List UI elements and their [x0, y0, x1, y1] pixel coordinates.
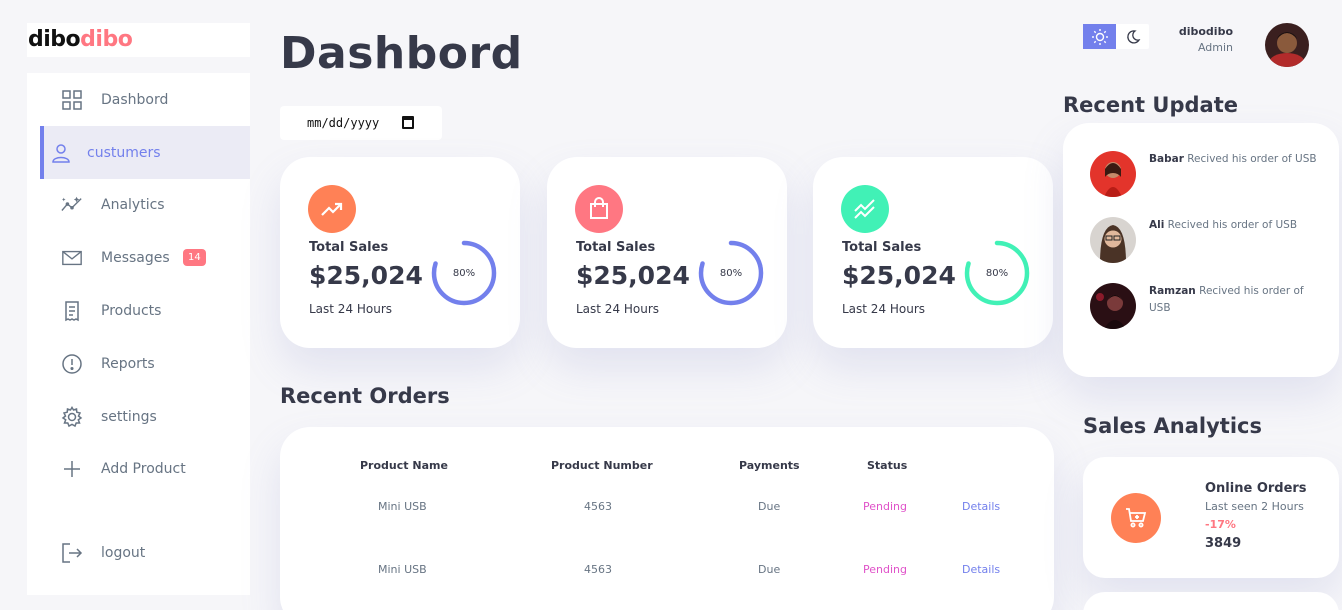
user-role: Admin — [1197, 41, 1233, 54]
date-input-placeholder: mm/dd/yyyy — [307, 116, 380, 130]
grid-icon — [61, 89, 83, 111]
insights-icon — [61, 194, 83, 216]
cell-product-number: 4563 — [584, 563, 612, 576]
sidebar-item-customers[interactable]: custumers — [40, 126, 250, 179]
update-message: Recived his order of USB — [1167, 219, 1298, 231]
logo[interactable]: dibodibo — [28, 27, 133, 52]
cell-payment: Due — [758, 500, 781, 513]
sun-icon[interactable] — [1083, 24, 1116, 49]
sidebar-item-label: Messages — [101, 249, 170, 266]
sidebar-item-label: logout — [101, 544, 146, 561]
gear-icon — [61, 405, 83, 428]
cart-icon — [1111, 493, 1161, 543]
analytics-percent: -17% — [1205, 518, 1236, 531]
cell-product-name: Mini USB — [378, 500, 427, 513]
report-icon — [61, 353, 83, 375]
card-title: Total Sales — [842, 240, 922, 255]
sales-card: Total Sales $25,024 Last 24 Hours 80% — [547, 157, 787, 348]
plus-icon — [61, 458, 83, 480]
details-link[interactable]: Details — [962, 500, 1000, 513]
update-name: Babar — [1149, 153, 1184, 165]
cell-status: Pending — [863, 563, 907, 576]
sidebar-item-label: Reports — [101, 355, 155, 372]
details-link[interactable]: Details — [962, 563, 1000, 576]
logo-part-1: dibo — [28, 27, 81, 52]
trending-up-icon — [308, 185, 356, 233]
sidebar-item-settings[interactable]: settings — [27, 390, 250, 443]
analytics-title: Online Orders — [1205, 481, 1307, 496]
card-title: Total Sales — [309, 240, 389, 255]
analytics-subtitle: Last seen 2 Hours — [1205, 500, 1304, 513]
update-name: Ali — [1149, 219, 1165, 231]
cell-payment: Due — [758, 563, 781, 576]
column-header: Product Number — [551, 459, 653, 472]
sidebar-item-dashboard[interactable]: Dashbord — [27, 73, 250, 126]
sidebar-item-label: Add Product — [101, 460, 186, 477]
sidebar-item-reports[interactable]: Reports — [27, 337, 250, 390]
column-header: Payments — [739, 459, 800, 472]
stacked-line-icon — [841, 185, 889, 233]
card-subtitle: Last 24 Hours — [576, 302, 660, 316]
recent-update-title: Recent Update — [1063, 93, 1238, 117]
user-name: dibodibo — [1178, 25, 1233, 38]
sidebar-item-logout[interactable]: logout — [27, 526, 250, 579]
calendar-icon[interactable] — [402, 116, 414, 129]
sidebar-item-products[interactable]: Products — [27, 284, 250, 337]
card-amount: $25,024 — [576, 261, 690, 290]
card-subtitle: Last 24 Hours — [309, 302, 393, 316]
avatar[interactable] — [1265, 23, 1309, 67]
date-input[interactable]: mm/dd/yyyy — [280, 106, 442, 140]
update-avatar — [1090, 217, 1136, 263]
receipt-icon — [61, 300, 83, 322]
page-title: Dashbord — [280, 28, 523, 79]
logout-icon — [61, 542, 83, 564]
update-avatar — [1090, 283, 1136, 329]
card-title: Total Sales — [576, 240, 656, 255]
recent-orders-table: Product Name Product Number Payments Sta… — [280, 427, 1054, 610]
shopping-bag-icon — [575, 185, 623, 233]
card-amount: $25,024 — [842, 261, 956, 290]
recent-orders-title: Recent Orders — [280, 384, 450, 408]
card-amount: $25,024 — [309, 261, 423, 290]
card-percent: 80% — [719, 267, 743, 279]
card-percent: 80% — [452, 267, 476, 279]
sales-card: Total Sales $25,024 Last 24 Hours 80% — [280, 157, 520, 348]
messages-badge: 14 — [183, 249, 206, 266]
mail-icon — [61, 247, 83, 269]
logo-part-2: dibo — [80, 27, 133, 52]
sidebar-item-label: Products — [101, 302, 162, 319]
analytics-value: 3849 — [1205, 536, 1242, 551]
sidebar-item-label: settings — [101, 408, 157, 425]
cell-status: Pending — [863, 500, 907, 513]
person-icon — [50, 142, 72, 164]
moon-icon[interactable] — [1116, 24, 1149, 49]
recent-update-panel: Babar Recived his order of USB Ali Reciv… — [1063, 123, 1339, 377]
update-text: Ramzan Recived his order of USB — [1149, 283, 1319, 317]
sidebar-item-add-product[interactable]: Add Product — [27, 442, 250, 495]
cell-product-number: 4563 — [584, 500, 612, 513]
sales-analytics-title: Sales Analytics — [1083, 414, 1262, 438]
theme-toggle[interactable] — [1083, 24, 1149, 49]
update-name: Ramzan — [1149, 285, 1196, 297]
card-percent: 80% — [985, 267, 1009, 279]
logo-container: dibodibo — [27, 23, 250, 57]
card-subtitle: Last 24 Hours — [842, 302, 926, 316]
sidebar-item-analytics[interactable]: Analytics — [27, 178, 250, 231]
column-header: Product Name — [360, 459, 448, 472]
sidebar-item-label: Analytics — [101, 196, 165, 213]
update-avatar — [1090, 151, 1136, 197]
sidebar-item-label: Dashbord — [101, 91, 169, 108]
sales-card: Total Sales $25,024 Last 24 Hours 80% — [813, 157, 1053, 348]
online-orders-card: Online Orders Last seen 2 Hours -17% 384… — [1083, 457, 1339, 578]
analytics-card-next — [1083, 592, 1339, 610]
sidebar-item-messages[interactable]: Messages 14 — [27, 231, 250, 284]
cell-product-name: Mini USB — [378, 563, 427, 576]
update-text: Ali Recived his order of USB — [1149, 217, 1319, 234]
update-text: Babar Recived his order of USB — [1149, 151, 1319, 168]
sidebar-item-label: custumers — [87, 144, 161, 161]
update-message: Recived his order of USB — [1187, 153, 1317, 165]
column-header: Status — [867, 459, 908, 472]
sidebar: Dashbord custumers Analytics Messages 14… — [27, 73, 250, 595]
